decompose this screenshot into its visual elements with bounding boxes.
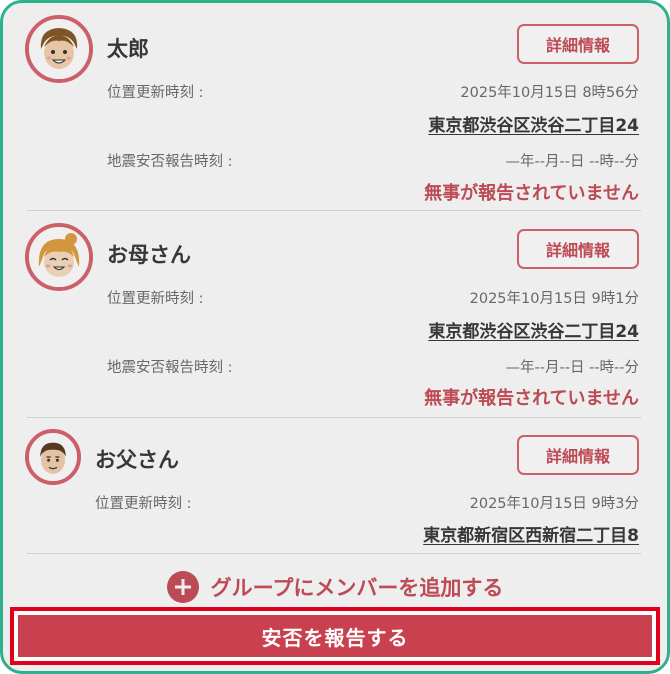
- safety-status: 無事が報告されていません: [424, 388, 639, 409]
- detail-button[interactable]: 詳細情報: [517, 24, 639, 64]
- member-card-mother: お母さん 詳細情報 位置更新時刻 : 2025年10月15日 9時1分 東京都渋…: [3, 211, 667, 417]
- quake-report-value: —年--月--日 --時--分: [505, 154, 639, 170]
- location-time-value: 2025年10月15日 8時56分: [460, 85, 639, 101]
- member-card-father: お父さん 詳細情報 位置更新時刻 : 2025年10月15日 9時3分 東京都新…: [3, 417, 667, 555]
- report-button-highlight: 安否を報告する: [10, 607, 660, 665]
- report-safety-button[interactable]: 安否を報告する: [18, 615, 652, 657]
- app-frame: 太郎 詳細情報 位置更新時刻 : 2025年10月15日 8時56分 東京都渋谷…: [0, 0, 670, 674]
- location-time-label: 位置更新時刻 :: [95, 496, 192, 512]
- quake-report-value: —年--月--日 --時--分: [505, 360, 639, 376]
- add-member-label: グループにメンバーを追加する: [210, 576, 504, 600]
- quake-report-label: 地震安否報告時刻 :: [107, 154, 233, 170]
- detail-button[interactable]: 詳細情報: [517, 435, 639, 475]
- divider: [27, 553, 641, 554]
- add-member-button[interactable]: グループにメンバーを追加する: [3, 565, 667, 609]
- address-link[interactable]: 東京都渋谷区渋谷二丁目24: [428, 111, 639, 136]
- member-name: お父さん: [95, 448, 179, 472]
- location-time-value: 2025年10月15日 9時3分: [469, 496, 639, 512]
- member-name: お母さん: [107, 243, 191, 267]
- member-card-taro: 太郎 詳細情報 位置更新時刻 : 2025年10月15日 8時56分 東京都渋谷…: [3, 3, 667, 211]
- address-link[interactable]: 東京都渋谷区渋谷二丁目24: [428, 317, 639, 342]
- plus-icon: [166, 571, 199, 603]
- address-link[interactable]: 東京都新宿区西新宿二丁目8: [423, 521, 639, 546]
- location-time-value: 2025年10月15日 9時1分: [469, 291, 639, 307]
- father-avatar-icon: [25, 429, 81, 485]
- boy-avatar-icon: [25, 15, 93, 83]
- member-name: 太郎: [107, 37, 149, 61]
- quake-report-label: 地震安否報告時刻 :: [107, 360, 233, 376]
- location-time-label: 位置更新時刻 :: [107, 85, 204, 101]
- safety-status: 無事が報告されていません: [424, 183, 639, 204]
- location-time-label: 位置更新時刻 :: [107, 291, 204, 307]
- detail-button[interactable]: 詳細情報: [517, 229, 639, 269]
- mother-avatar-icon: [25, 223, 93, 291]
